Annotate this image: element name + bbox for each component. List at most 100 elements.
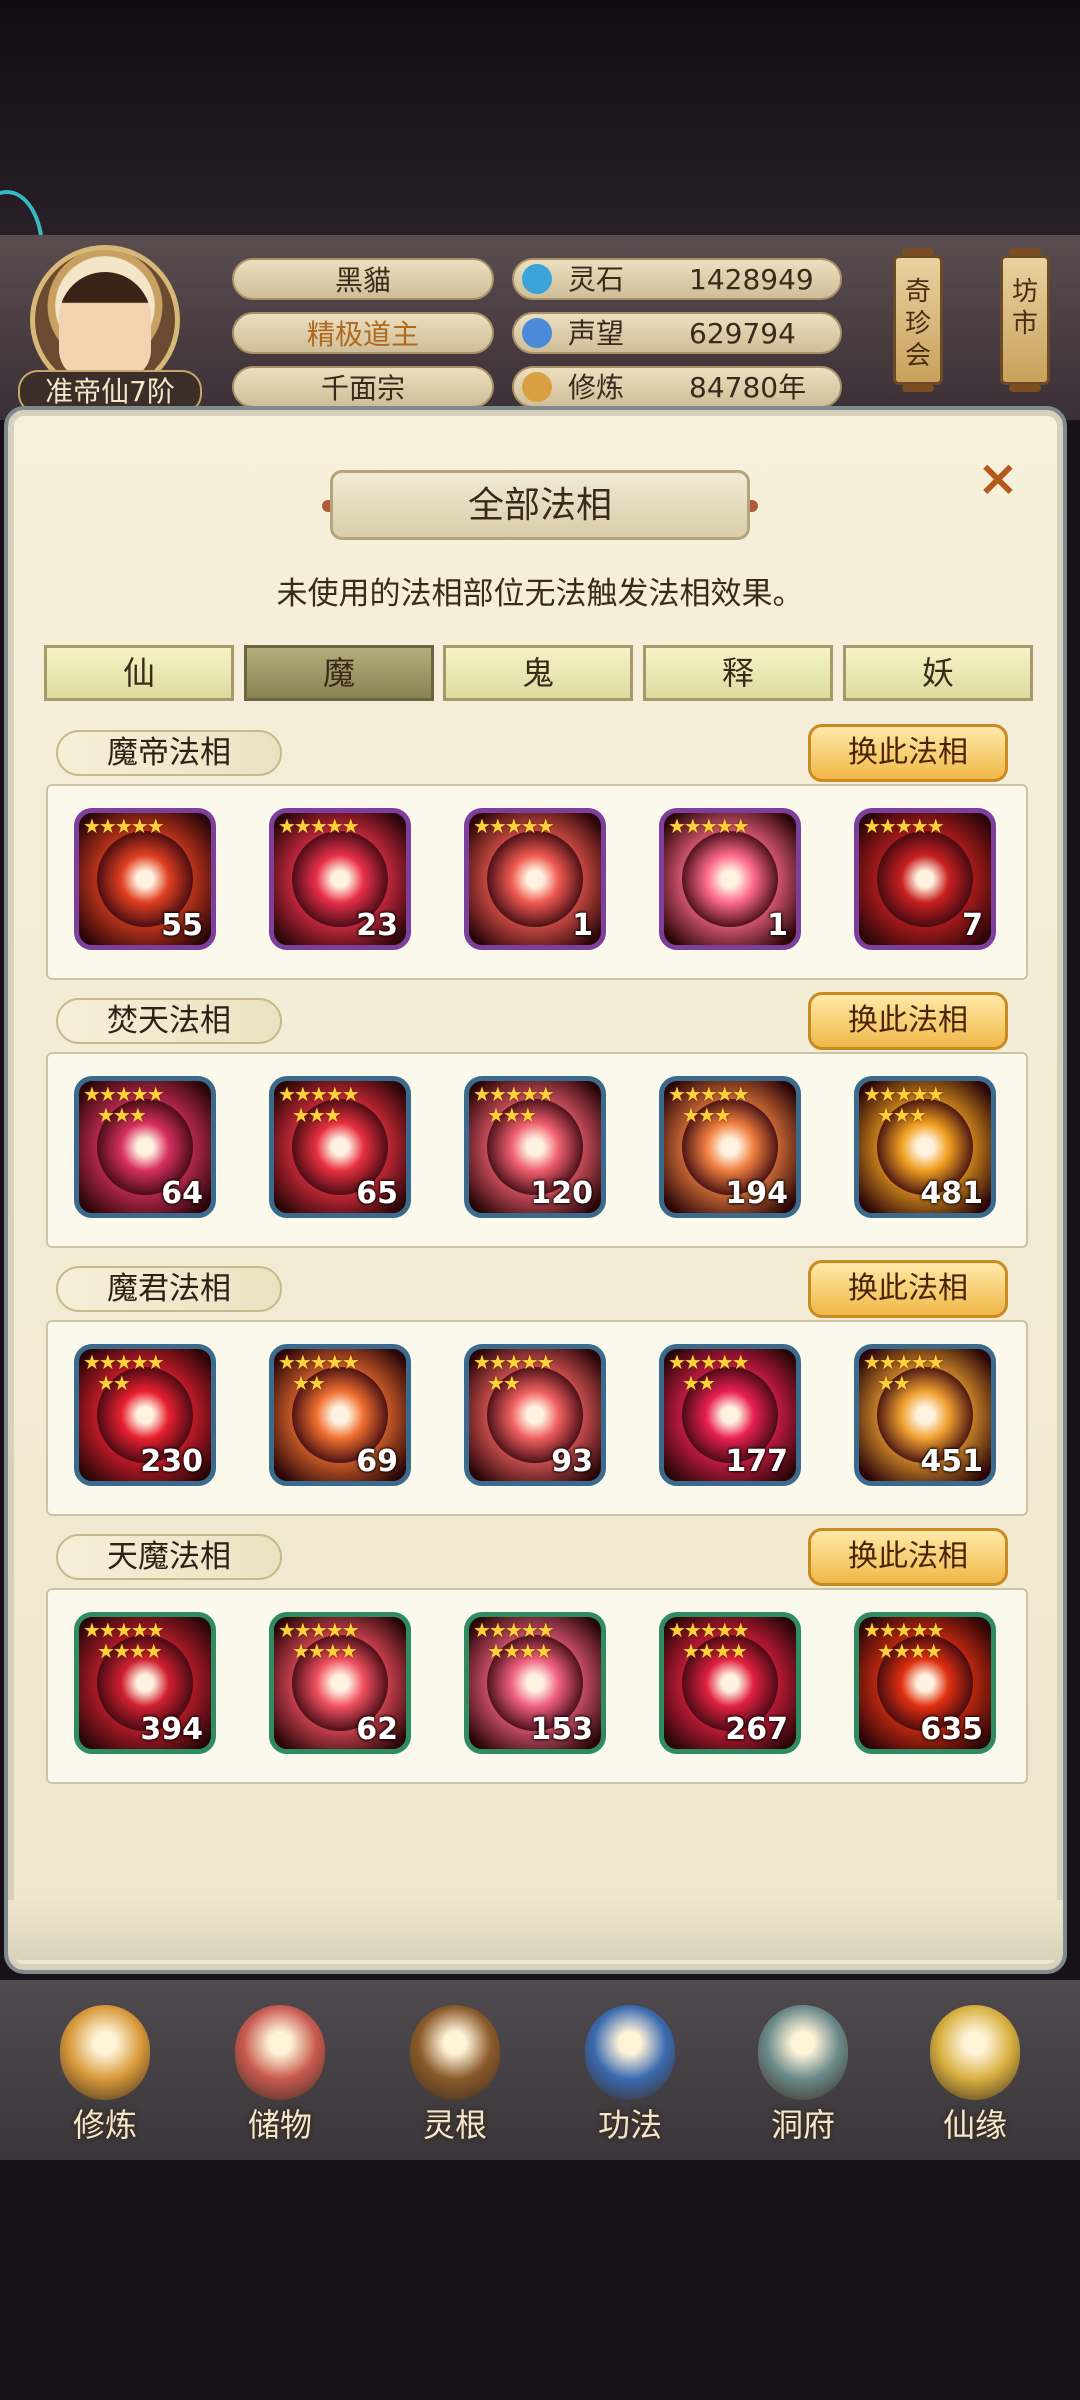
resource-label: 声望 (568, 317, 625, 350)
star-rating-extra: ★★ (682, 1371, 716, 1395)
market-button[interactable]: 坊市 (1000, 248, 1050, 392)
faxiang-slot[interactable]: ★★★★★ ★★ 230 (74, 1344, 216, 1486)
level-count: 153 (530, 1712, 593, 1747)
faxiang-slot[interactable]: ★★★★★ ★★ 451 (854, 1344, 996, 1486)
skill-glow (877, 831, 973, 927)
tab-mo[interactable]: 魔 (244, 645, 434, 701)
switch-button[interactable]: 换此法相 (808, 1528, 1008, 1586)
nav-label: 功法 (597, 2106, 662, 2144)
close-button[interactable]: × (975, 453, 1021, 503)
level-count: 177 (725, 1444, 788, 1479)
level-count: 481 (920, 1176, 983, 1211)
spirit-stone-icon (522, 264, 552, 294)
faxiang-slot[interactable]: ★★★★★ 7 (854, 808, 996, 950)
tab-xian[interactable]: 仙 (44, 645, 234, 701)
star-rating-extra: ★★★★ (292, 1639, 358, 1663)
tab-gui[interactable]: 鬼 (443, 645, 633, 701)
faxiang-slot[interactable]: ★★★★★ ★★ 177 (659, 1344, 801, 1486)
faxiang-slot[interactable]: ★★★★★ ★★★ 481 (854, 1076, 996, 1218)
section-title: 魔君法相 (56, 1266, 282, 1312)
faxiang-slot[interactable]: ★★★★★ 23 (269, 808, 411, 950)
section-fentian: 焚天法相 换此法相 ★★★★★ ★★★ 64 ★★★★★ ★★★ 65 ★★★★★ ★★★… (42, 992, 1032, 1266)
spirit-root-icon (410, 2005, 500, 2100)
star-rating-extra: ★★★ (97, 1103, 147, 1127)
resource-value: 84780年 (689, 371, 807, 404)
tab-shi[interactable]: 释 (643, 645, 833, 701)
panel-scroll-end (8, 1900, 1063, 1960)
faxiang-slot[interactable]: ★★★★★ ★★★ 194 (659, 1076, 801, 1218)
star-rating: ★★★★★ (863, 814, 945, 838)
level-count: 194 (725, 1176, 788, 1211)
faxiang-slot[interactable]: ★★★★★ ★★★ 65 (269, 1076, 411, 1218)
switch-button[interactable]: 换此法相 (808, 992, 1008, 1050)
player-sect: 千面宗 (232, 366, 494, 408)
resource-value: 1428949 (689, 263, 814, 296)
nav-spirit-root[interactable]: 灵根 (385, 2000, 525, 2150)
tab-yao[interactable]: 妖 (843, 645, 1033, 701)
switch-button[interactable]: 换此法相 (808, 1260, 1008, 1318)
faxiang-slot[interactable]: ★★★★★ ★★★★ 153 (464, 1612, 606, 1754)
star-rating-extra: ★★ (292, 1371, 326, 1395)
section-title: 天魔法相 (56, 1534, 282, 1580)
star-rating-extra: ★★★★ (877, 1639, 943, 1663)
star-rating-extra: ★★★★ (682, 1639, 748, 1663)
star-rating-extra: ★★★ (877, 1103, 927, 1127)
player-title: 精极道主 (232, 312, 494, 354)
level-count: 267 (725, 1712, 788, 1747)
level-count: 65 (356, 1176, 398, 1211)
cultivate-icon (60, 2005, 150, 2100)
section-mojun: 魔君法相 换此法相 ★★★★★ ★★ 230 ★★★★★ ★★ 69 ★★★★★ ★★ 93… (42, 1260, 1032, 1534)
section-title: 魔帝法相 (56, 730, 282, 776)
dialog-subtitle: 未使用的法相部位无法触发法相效果。 (276, 576, 804, 612)
faxiang-slot[interactable]: ★★★★★ 1 (464, 808, 606, 950)
faxiang-slot[interactable]: ★★★★★ 1 (659, 808, 801, 950)
faxiang-slot[interactable]: ★★★★★ 55 (74, 808, 216, 950)
skill-glow (682, 831, 778, 927)
nav-cultivate[interactable]: 修炼 (35, 2000, 175, 2150)
icon-row: ★★★★★ 55 ★★★★★ 23 ★★★★★ 1 ★★★★★ 1 ★★★★★ 7 (46, 784, 1028, 980)
star-rating: ★★★★★ (473, 814, 555, 838)
level-count: 62 (356, 1712, 398, 1747)
icon-row: ★★★★★ ★★ 230 ★★★★★ ★★ 69 ★★★★★ ★★ 93 ★★★★★ ★★ 17… (46, 1320, 1028, 1516)
star-rating: ★★★★★ (83, 814, 165, 838)
technique-book-icon (585, 2005, 675, 2100)
level-count: 120 (530, 1176, 593, 1211)
faxiang-slot[interactable]: ★★★★★ ★★★ 120 (464, 1076, 606, 1218)
nav-storage[interactable]: 储物 (210, 2000, 350, 2150)
resource-cultivation: 修炼 84780年 (512, 366, 842, 408)
nav-label: 修炼 (72, 2106, 137, 2144)
resource-label: 灵石 (568, 263, 625, 296)
star-rating-extra: ★★★ (487, 1103, 537, 1127)
nav-fortune[interactable]: 仙缘 (905, 2000, 1045, 2150)
rank-badge: 准帝仙7阶 (18, 370, 202, 414)
resource-spirit-stone: 灵石 1428949 (512, 258, 842, 300)
section-tianmo: 天魔法相 换此法相 ★★★★★ ★★★★ 394 ★★★★★ ★★★★ 62 ★★★★★… (42, 1528, 1032, 1802)
meditation-icon (522, 372, 552, 402)
section-title: 焚天法相 (56, 998, 282, 1044)
level-count: 230 (140, 1444, 203, 1479)
resource-reputation: 声望 629794 (512, 312, 842, 354)
level-count: 394 (140, 1712, 203, 1747)
nav-technique[interactable]: 功法 (560, 2000, 700, 2150)
star-rating: ★★★★★ (278, 814, 360, 838)
avatar-face (59, 272, 151, 380)
faxiang-slot[interactable]: ★★★★★ ★★ 69 (269, 1344, 411, 1486)
level-count: 7 (962, 908, 983, 943)
nav-label: 储物 (247, 2106, 312, 2144)
faxiang-slot[interactable]: ★★★★★ ★★★ 64 (74, 1076, 216, 1218)
dialog-title: 全部法相 (330, 470, 750, 540)
nav-cave[interactable]: 洞府 (733, 2000, 873, 2150)
star-rating: ★★★★★ (668, 814, 750, 838)
faxiang-slot[interactable]: ★★★★★ ★★★★ 62 (269, 1612, 411, 1754)
switch-button[interactable]: 换此法相 (808, 724, 1008, 782)
star-rating-extra: ★★ (487, 1371, 521, 1395)
level-count: 635 (920, 1712, 983, 1747)
faxiang-slot[interactable]: ★★★★★ ★★ 93 (464, 1344, 606, 1486)
nav-label: 洞府 (770, 2106, 835, 2144)
star-rating-extra: ★★ (877, 1371, 911, 1395)
faxiang-slot[interactable]: ★★★★★ ★★★★ 394 (74, 1612, 216, 1754)
faxiang-slot[interactable]: ★★★★★ ★★★★ 635 (854, 1612, 996, 1754)
faxiang-slot[interactable]: ★★★★★ ★★★★ 267 (659, 1612, 801, 1754)
treasure-auction-button[interactable]: 奇珍会 (893, 248, 943, 392)
player-name: 黑貓 (232, 258, 494, 300)
